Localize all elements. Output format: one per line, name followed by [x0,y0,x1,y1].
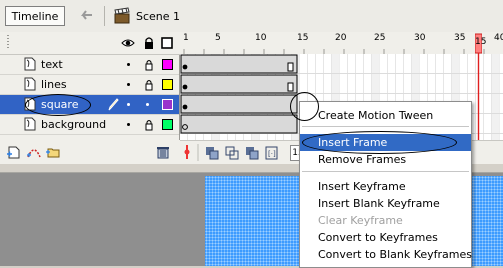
menu-item-insert-blank-keyframe[interactable]: Insert Blank Keyframe [300,195,471,212]
context-menu: Create Motion Tween Insert Frame Remove … [299,101,472,268]
layers-footer [0,140,180,164]
ruler-label: 15 [297,33,309,43]
visibility-dot[interactable] [127,103,130,106]
layer-row-lines[interactable]: lines [0,75,179,95]
edit-bar: Timeline Scene 1 [0,0,503,33]
layer-row-square[interactable]: square [0,95,179,115]
ruler-label: 25 [374,33,386,43]
menu-item-remove-frames[interactable]: Remove Frames [300,151,471,168]
menu-item-clear-keyframe: Clear Keyframe [318,214,403,227]
lock-icon[interactable] [142,36,156,50]
lock-icon[interactable] [144,78,154,91]
timeline-button[interactable]: Timeline [5,6,65,26]
frame-ruler[interactable]: 1 5 10 15 20 25 30 35 40 [180,32,503,55]
trash-icon[interactable] [155,145,171,159]
layer-page-icon [24,57,36,71]
outline-color-swatch[interactable] [162,59,173,70]
ruler-label: 40 [494,33,503,43]
clapperboard-icon [114,7,130,24]
layer-name: lines [41,78,67,91]
layer-name: text [41,58,63,71]
menu-item-insert-frame[interactable]: Insert Frame [300,134,471,151]
layers-header [0,32,180,55]
layer-page-icon [24,117,36,131]
pencil-icon [108,98,119,111]
lock-icon[interactable] [144,118,154,131]
ruler-label: 35 [454,33,466,43]
outline-color-swatch[interactable] [162,119,173,130]
toolbar-separator [104,6,105,26]
svg-text:[·]: [·] [268,150,276,158]
menu-separator [302,171,469,172]
menu-item-create-motion-tween[interactable]: Create Motion Tween [300,107,471,124]
outline-icon[interactable] [160,36,174,50]
layer-page-icon [24,77,36,91]
menu-item-convert-to-keyframes[interactable]: Convert to Keyframes [300,229,471,246]
visibility-dot[interactable] [127,63,130,66]
playhead[interactable] [475,32,482,140]
back-arrow-icon[interactable] [76,6,96,26]
ruler-label: 5 [215,33,221,43]
layer-page-icon [24,97,36,111]
layers-panel: text lines square background [0,32,180,164]
menu-item-convert-to-blank-keyframes[interactable]: Convert to Blank Keyframes [300,246,472,263]
panel-grip[interactable] [6,34,10,48]
eye-icon[interactable] [121,36,135,50]
ruler-label: 30 [414,33,426,43]
visibility-dot[interactable] [127,83,130,86]
playhead-label: 15 [475,37,487,47]
ruler-label: 1 [183,33,189,43]
ruler-label: 10 [255,33,267,43]
layer-name: background [41,118,107,131]
visibility-dot[interactable] [127,123,130,126]
layer-row-text[interactable]: text [0,55,179,75]
insert-layer-icon[interactable] [6,145,22,159]
layer-name: square [41,98,79,111]
insert-folder-icon[interactable] [45,145,61,159]
outline-color-swatch[interactable] [162,79,173,90]
ruler-label: 20 [335,33,347,43]
scene-label[interactable]: Scene 1 [136,10,180,23]
menu-separator [302,126,469,127]
menu-item-insert-keyframe[interactable]: Insert Keyframe [300,178,471,195]
outline-color-swatch[interactable] [162,99,173,110]
lock-icon[interactable] [144,58,154,71]
add-motion-guide-icon[interactable] [26,145,42,159]
layer-row-background[interactable]: background [0,115,179,135]
lock-dot[interactable] [146,103,149,106]
